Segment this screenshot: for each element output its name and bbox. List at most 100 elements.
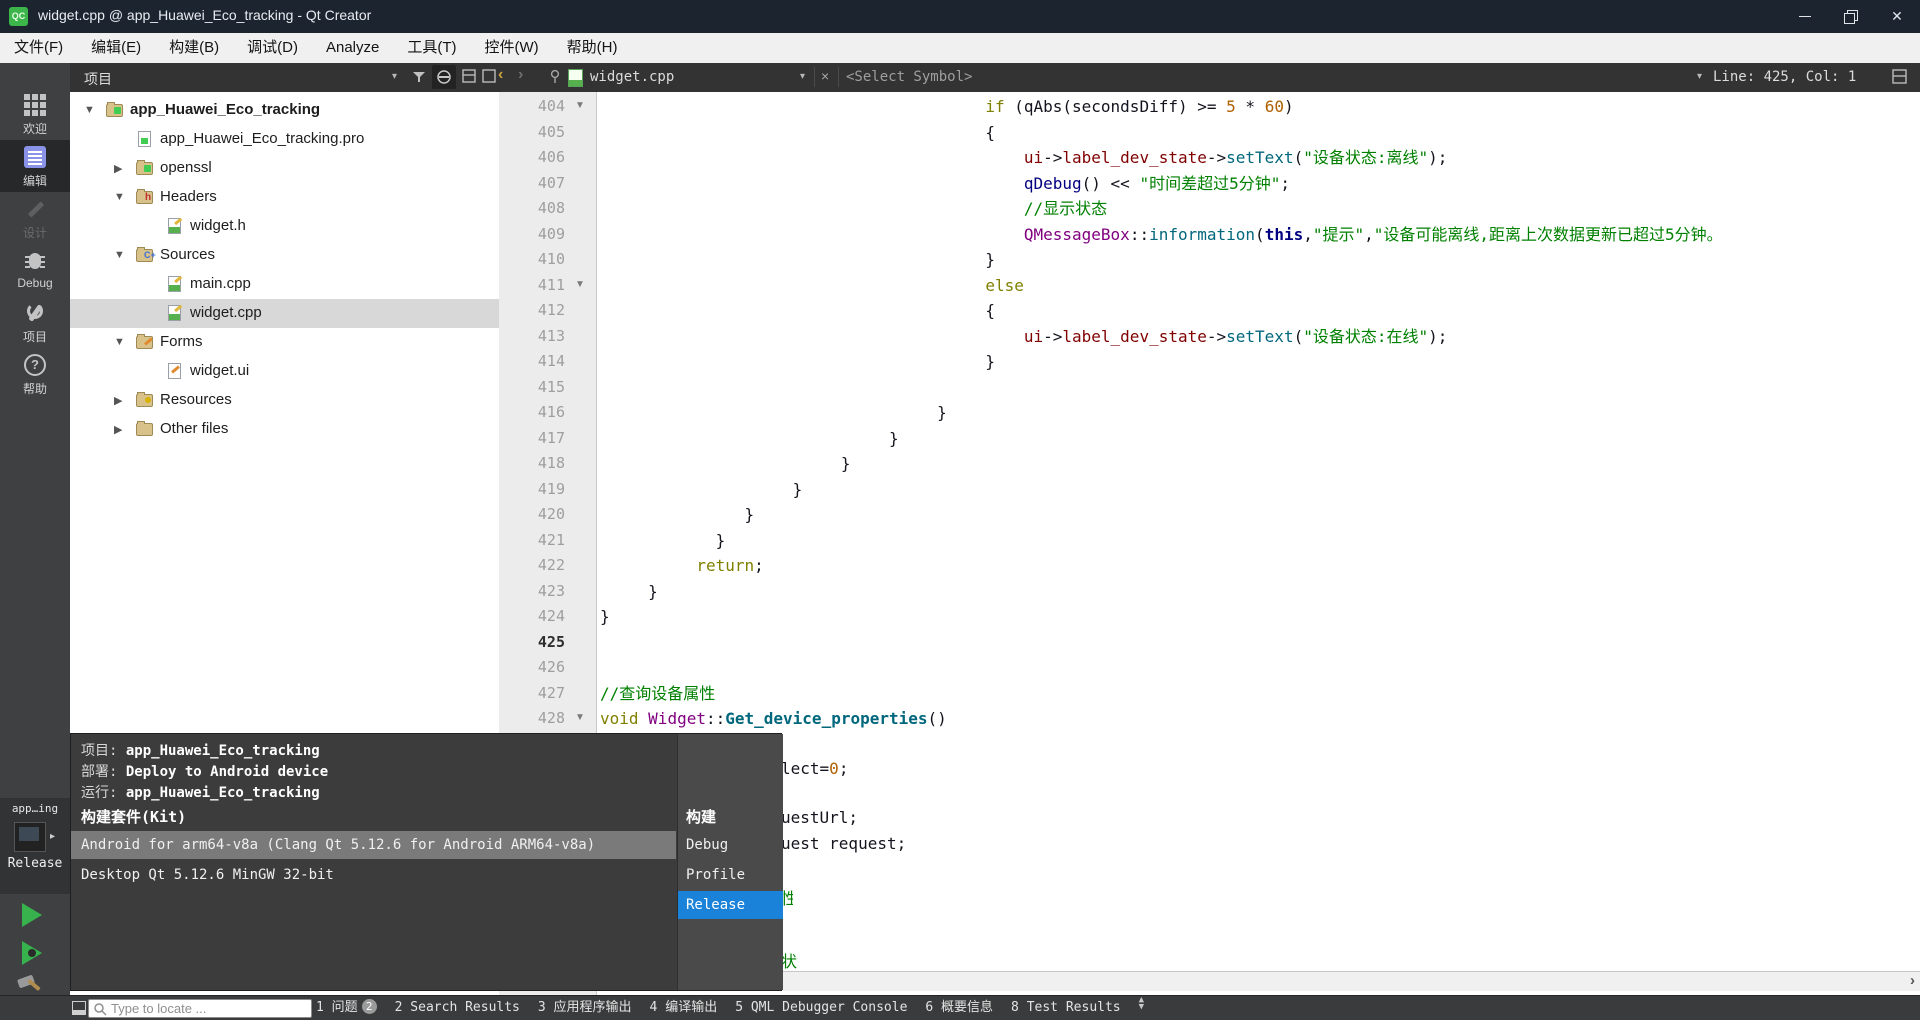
pencil-badge	[171, 365, 180, 374]
build-config-option-profile[interactable]: Profile	[678, 861, 783, 889]
code-token: ::	[1129, 224, 1150, 244]
tree-item-label: Headers	[160, 188, 217, 205]
close-pane-icon[interactable]	[482, 69, 497, 84]
chevron-down-icon[interactable]: ▼	[114, 336, 125, 348]
line-number: 413	[537, 326, 565, 345]
kit-option[interactable]: Android for arm64-v8a (Clang Qt 5.12.6 f…	[71, 831, 676, 859]
minimize-button[interactable]	[1782, 0, 1828, 33]
tree-item-openssl[interactable]: ▶ openssl	[70, 154, 499, 183]
tree-item-widget.h[interactable]: widget.h	[70, 212, 499, 241]
sync-with-editor-button[interactable]	[432, 65, 456, 89]
pencil-body	[27, 201, 45, 218]
sidebar-mode-help-question[interactable]: ? 帮助	[0, 348, 70, 400]
sidebar-mode-projects-wrench[interactable]: 项目	[0, 296, 70, 348]
line-number: 411	[537, 275, 565, 294]
tree-item-main.cpp[interactable]: main.cpp	[70, 270, 499, 299]
tree-item-Sources[interactable]: ▼ C+ Sources	[70, 241, 499, 270]
fold-marker-icon[interactable]: ▼	[575, 100, 585, 111]
file-combo-arrow-icon[interactable]: ▾	[800, 71, 805, 82]
output-pane-button-6[interactable]: 6 概要信息	[925, 996, 993, 1019]
scroll-right-icon[interactable]: ›	[1910, 972, 1915, 990]
build-config-option-release[interactable]: Release	[678, 891, 783, 919]
pin-file-icon[interactable]	[548, 69, 562, 85]
code-token: (qAbs(secondsDiff) >=	[1004, 97, 1227, 116]
linecol-combo-arrow-icon[interactable]: ▾	[1697, 71, 1702, 82]
output-pane-button-3[interactable]: 3 应用程序输出	[538, 996, 632, 1019]
code-token: label_dev_state	[1062, 326, 1207, 346]
filter-icon[interactable]	[412, 71, 426, 84]
locator-box[interactable]: Type to locate ...	[88, 999, 312, 1018]
chevron-down-icon[interactable]: ▼	[114, 249, 125, 261]
minimize-icon	[1799, 16, 1811, 17]
open-file-name[interactable]: widget.cpp	[590, 69, 674, 85]
kit-selector-button[interactable]: app…ing ▸ Release	[0, 798, 70, 894]
pane-arrows-icon[interactable]: ▲ ▼	[1139, 996, 1144, 1012]
fold-marker-icon[interactable]: ▼	[575, 712, 585, 723]
menu-item-d[interactable]: 调试(D)	[233, 33, 312, 63]
tree-item-Other-files[interactable]: ▶ Other files	[70, 415, 499, 444]
pane-combo-arrow-icon[interactable]: ▾	[392, 71, 397, 82]
tree-item-app_Huawei_Eco_tracking.pro[interactable]: app_Huawei_Eco_tracking.pro	[70, 125, 499, 154]
code-token: uestUrl;	[781, 808, 859, 827]
build-config-option-debug[interactable]: Debug	[678, 831, 783, 859]
split-editor-icon[interactable]	[1892, 69, 1908, 85]
bug-leg	[40, 256, 45, 258]
chevron-right-icon[interactable]: ▶	[114, 394, 122, 407]
maximize-restore-button[interactable]	[1828, 0, 1874, 33]
build-button[interactable]	[16, 974, 44, 997]
chevron-down-icon[interactable]: ▼	[84, 104, 95, 116]
kit-popup-info-row: 项目: app_Huawei_Eco_tracking	[81, 740, 320, 760]
code-token: Widget	[648, 709, 706, 728]
menu-item-w[interactable]: 控件(W)	[471, 33, 553, 63]
line-number: 408	[537, 199, 565, 217]
sidebar-mode-edit-document[interactable]: 编辑	[0, 140, 70, 192]
menu-item-e[interactable]: 编辑(E)	[77, 33, 155, 63]
page-shape	[168, 275, 182, 292]
build-config-column: 构建 Debug Profile Release	[677, 734, 783, 990]
line-col-indicator[interactable]: Line: 425, Col: 1	[1713, 69, 1856, 85]
back-icon[interactable]: ‹	[498, 66, 503, 84]
tree-item-Resources[interactable]: ▶ Resources	[70, 386, 499, 415]
kit-popup-info-row: 运行: app_Huawei_Eco_tracking	[81, 782, 320, 802]
tree-item-label: app_Huawei_Eco_tracking	[130, 101, 321, 118]
chevron-right-icon[interactable]: ▶	[114, 423, 122, 436]
code-token: }	[985, 352, 995, 371]
menu-item-f[interactable]: 文件(F)	[0, 33, 77, 63]
output-pane-button-5[interactable]: 5 QML Debugger Console	[735, 996, 907, 1019]
code-line-413: 413 ui->label_dev_state->setText("设备状态:在线…	[499, 324, 1920, 349]
sidebar-mode-debug-bug[interactable]: Debug	[0, 244, 70, 296]
sidebar-mode-welcome-grid[interactable]: 欢迎	[0, 88, 70, 140]
output-pane-button-2[interactable]: 2 Search Results	[395, 996, 520, 1019]
close-button[interactable]: ✕	[1874, 0, 1920, 33]
tree-item-Headers[interactable]: ▼ h Headers	[70, 183, 499, 212]
kit-option[interactable]: Desktop Qt 5.12.6 MinGW 32-bit	[71, 861, 676, 889]
menu-item-h[interactable]: 帮助(H)	[553, 33, 632, 63]
menu-item-b[interactable]: 构建(B)	[155, 33, 233, 63]
menu-item-analyze[interactable]: Analyze	[312, 33, 393, 63]
run-button[interactable]	[22, 903, 42, 927]
tree-item-widget.ui[interactable]: widget.ui	[70, 357, 499, 386]
tree-item-app_Huawei_Eco_tracking[interactable]: ▼ app_Huawei_Eco_tracking	[70, 96, 499, 125]
symbol-selector[interactable]: <Select Symbol>	[846, 69, 972, 85]
sidebar-mode-design-pencil[interactable]: 设计	[0, 192, 70, 244]
qt-badge	[114, 107, 121, 114]
split-pane-icon[interactable]	[462, 69, 477, 84]
debug-run-button[interactable]	[22, 941, 42, 965]
kit-project-name: app…ing	[11, 802, 59, 815]
close-document-icon[interactable]: ×	[821, 68, 829, 84]
output-pane-button-8[interactable]: 8 Test Results	[1011, 996, 1121, 1019]
tree-item-Forms[interactable]: ▼ Forms	[70, 328, 499, 357]
chevron-right-icon[interactable]: ▶	[114, 162, 122, 175]
fold-marker-icon[interactable]: ▼	[575, 279, 585, 290]
output-pane-button-1[interactable]: 1 问题 2	[316, 996, 377, 1019]
tree-item-widget.cpp[interactable]: widget.cpp	[70, 299, 499, 328]
menu-item-t[interactable]: 工具(T)	[393, 33, 470, 63]
code-token: ;	[838, 759, 849, 778]
code-token: }	[744, 505, 755, 524]
code-token: }	[888, 428, 899, 448]
output-pane-toggle-icon[interactable]	[72, 1001, 86, 1015]
chevron-down-icon[interactable]: ▼	[114, 191, 125, 203]
forward-icon[interactable]: ›	[518, 66, 523, 84]
line-number: 417	[537, 428, 565, 447]
output-pane-button-4[interactable]: 4 编译输出	[650, 996, 718, 1019]
